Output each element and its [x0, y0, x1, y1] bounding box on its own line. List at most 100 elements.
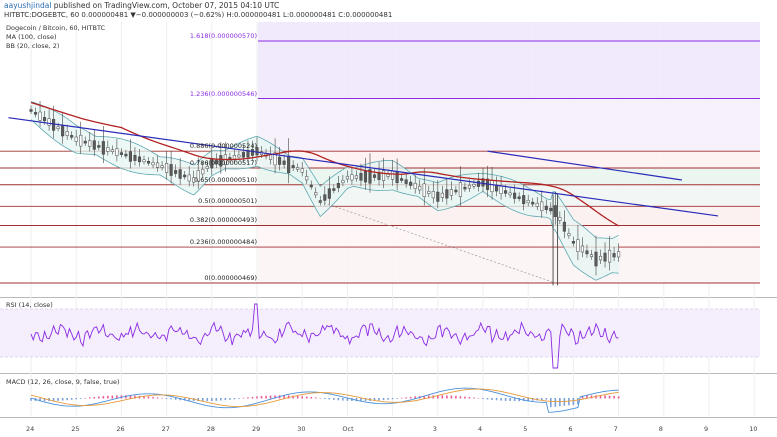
macd-histogram-bar — [513, 398, 516, 402]
macd-histogram-bar — [559, 398, 561, 407]
candle-body — [382, 170, 386, 181]
candle-body — [409, 181, 413, 186]
candle-body — [413, 182, 417, 189]
candle-body — [38, 111, 42, 121]
candle-body — [431, 191, 435, 199]
macd-histogram-bar — [328, 398, 331, 400]
candle-body — [178, 169, 182, 179]
macd-histogram-bar — [617, 396, 620, 399]
fib-zone — [258, 41, 760, 99]
candle-body — [517, 196, 521, 199]
fib-level-label: 1.618(0.000000570) — [189, 32, 257, 40]
x-axis-tick: 7 — [613, 425, 618, 433]
macd-histogram-bar — [238, 398, 240, 399]
x-axis-tick: 24 — [26, 425, 35, 433]
macd-histogram-bar — [446, 395, 448, 399]
candle-body — [97, 145, 101, 148]
macd-histogram-bar — [477, 397, 480, 399]
macd-histogram-bar — [170, 398, 172, 400]
macd-histogram-bar — [233, 398, 236, 400]
x-axis-tick: 3 — [432, 425, 437, 433]
x-axis-tick: 9 — [704, 425, 709, 433]
ma-indicator-label[interactable]: MA (100, close) — [6, 33, 56, 41]
chart-screenshot: aayushjindal published on TradingView.co… — [0, 0, 777, 437]
macd-histogram-bar — [473, 397, 475, 399]
candlestick-chart[interactable] — [0, 0, 777, 437]
macd-histogram-bar — [378, 398, 380, 401]
candle-body — [165, 163, 169, 173]
bb-indicator-label[interactable]: BB (20, close, 2) — [6, 42, 59, 50]
macd-histogram-bar — [301, 396, 303, 399]
candle-body — [327, 188, 331, 199]
candle-body — [454, 189, 458, 193]
candle-body — [445, 189, 449, 199]
fib-level-label: 0.786(0.000000517) — [189, 158, 257, 167]
candle-body — [350, 174, 354, 181]
candle-body — [65, 131, 69, 136]
macd-histogram-bar — [604, 395, 606, 399]
macd-histogram-bar — [342, 398, 344, 401]
candle-body — [354, 175, 358, 179]
macd-histogram-bar — [504, 398, 507, 401]
candle-body — [128, 151, 132, 162]
candle-body — [526, 199, 530, 204]
macd-histogram-bar — [75, 398, 77, 400]
candle-body — [531, 201, 535, 205]
fib-zone — [258, 22, 760, 41]
x-axis-tick: 10 — [749, 425, 758, 433]
candle-body — [43, 117, 47, 122]
candle-body — [160, 165, 164, 168]
author-link[interactable]: aayushjindal — [4, 1, 51, 10]
macd-histogram-bar — [111, 395, 114, 399]
candle-body — [187, 174, 191, 182]
x-axis-tick: 25 — [71, 425, 80, 433]
candle-body — [56, 126, 60, 129]
macd-label[interactable]: MACD (12, 26, close, 9, false, true) — [6, 378, 120, 386]
x-axis-tick: 4 — [478, 425, 483, 433]
candle-body — [472, 183, 476, 187]
macd-histogram-bar — [247, 397, 249, 399]
macd-histogram-bar — [220, 398, 222, 401]
macd-histogram-bar — [608, 395, 611, 399]
macd-histogram-bar — [242, 397, 245, 399]
candle-body — [490, 180, 494, 193]
candle-body — [79, 134, 83, 147]
candle-body — [549, 207, 553, 212]
candle-body — [47, 118, 51, 126]
candle-body — [300, 168, 304, 173]
candle-body — [309, 184, 313, 188]
macd-histogram-bar — [93, 396, 96, 399]
candle-body — [250, 149, 255, 156]
macd-histogram-bar — [455, 395, 457, 399]
candle-body — [363, 170, 368, 183]
macd-histogram-bar — [265, 395, 267, 399]
rsi-label[interactable]: RSI (14, close) — [6, 301, 53, 309]
candle-body — [92, 140, 96, 150]
candle-body — [395, 171, 399, 184]
candle-body — [598, 255, 603, 261]
candle-body — [287, 156, 291, 173]
macd-histogram-bar — [314, 397, 317, 399]
candle-body — [314, 192, 318, 196]
macd-histogram-bar — [305, 396, 308, 399]
x-axis-tick: 2 — [387, 425, 392, 433]
macd-histogram-bar — [545, 398, 548, 400]
candle-body — [504, 190, 508, 194]
macd-histogram-bar — [229, 398, 231, 400]
macd-histogram-bar — [79, 398, 82, 399]
candle-body — [119, 152, 123, 155]
candle-body — [282, 160, 286, 165]
macd-histogram-bar — [161, 397, 163, 399]
publish-text: published on TradingView.com, October 07… — [53, 1, 280, 10]
macd-histogram-bar — [269, 395, 272, 399]
candle-body — [133, 154, 137, 161]
candle-body — [400, 178, 404, 181]
macd-histogram-bar — [540, 398, 543, 401]
macd-histogram-bar — [102, 396, 105, 399]
publish-line: aayushjindal published on TradingView.co… — [4, 1, 279, 10]
macd-histogram-bar — [491, 398, 493, 400]
macd-histogram-bar — [382, 398, 385, 401]
candle-body — [88, 140, 92, 147]
candle-body — [558, 217, 562, 221]
candle-body — [169, 164, 173, 176]
